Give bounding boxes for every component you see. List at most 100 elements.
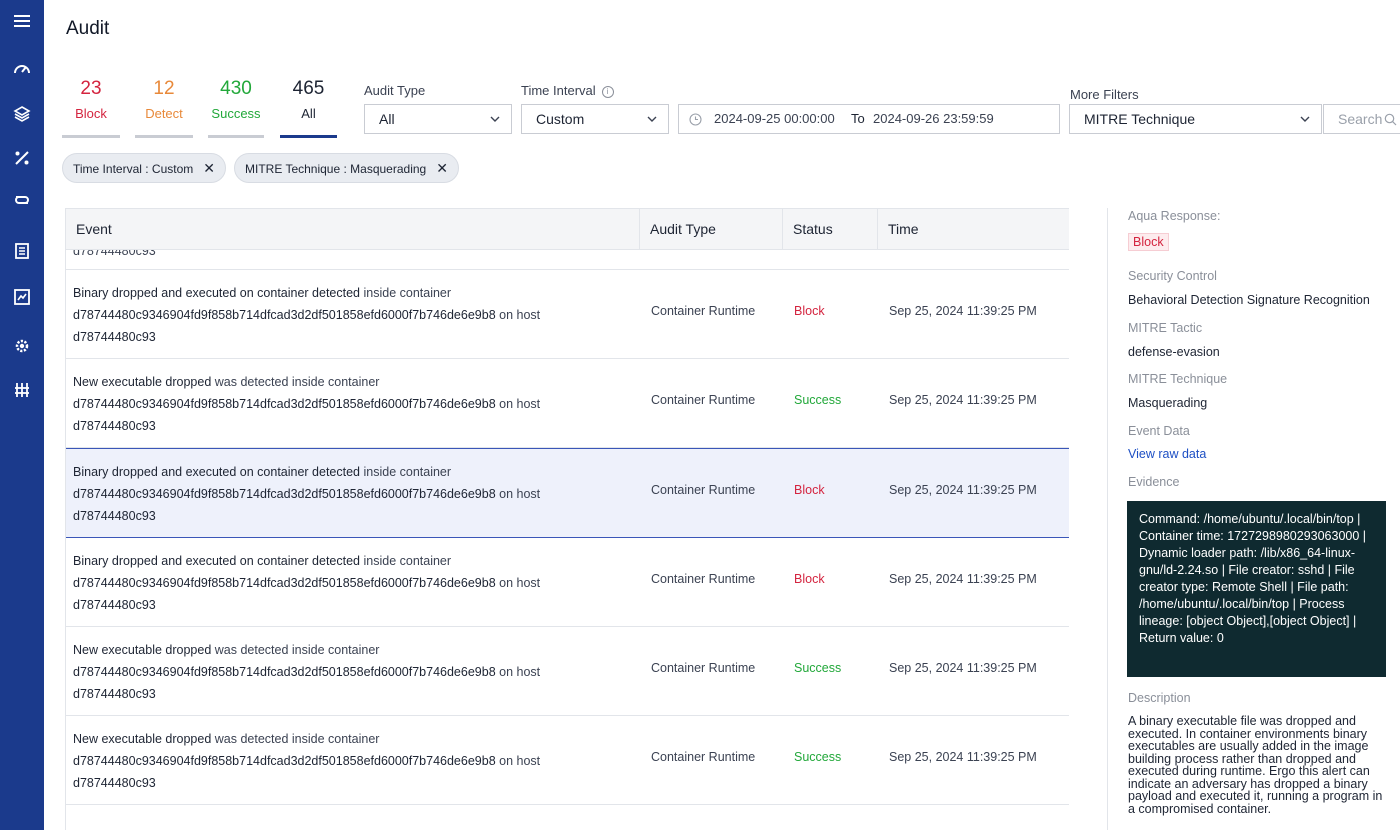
table-row[interactable]: Binary dropped and executed on container…: [66, 538, 1069, 627]
time-interval-label-wrap: Time Interval i: [521, 83, 614, 98]
event-on-host: on host: [496, 665, 540, 679]
audit-type-cell: Container Runtime: [651, 393, 755, 407]
event-title: Binary dropped and executed on container…: [73, 286, 360, 300]
chevron-down-icon: [489, 113, 501, 125]
container-id: d78744480c9346904fd9f858b714dfcad3d2df50…: [73, 487, 496, 501]
security-control-label: Security Control: [1128, 269, 1217, 283]
column-header-audit-type[interactable]: Audit Type: [640, 209, 783, 250]
event-suffix: was detected inside container: [211, 375, 379, 389]
mitre-tactic-value: defense-evasion: [1128, 345, 1220, 359]
event-description: Binary dropped and executed on container…: [73, 282, 633, 348]
chevron-down-icon: [1299, 113, 1311, 125]
evidence-label: Evidence: [1128, 475, 1179, 489]
event-suffix: inside container: [360, 554, 451, 568]
event-description: New executable dropped was detected insi…: [73, 728, 633, 794]
date-from[interactable]: 2024-09-25 00:00:00: [714, 105, 835, 133]
audit-type-cell: Container Runtime: [651, 483, 755, 497]
time-cell: Sep 25, 2024 11:39:25 PM: [889, 483, 1037, 497]
column-header-event[interactable]: Event: [66, 209, 640, 250]
chip-label: Time Interval : Custom: [73, 162, 193, 176]
policies-icon[interactable]: [10, 378, 34, 402]
audit-type-select[interactable]: All: [364, 104, 512, 134]
host-id: d78744480c93: [73, 776, 156, 790]
audit-type-cell: Container Runtime: [651, 661, 755, 675]
stat-underline: [280, 135, 337, 138]
view-raw-data-link[interactable]: View raw data: [1128, 447, 1206, 461]
table-header: Event Audit Type Status Time: [66, 208, 1069, 250]
container-id: d78744480c9346904fd9f858b714dfcad3d2df50…: [73, 308, 496, 322]
table-row[interactable]: New executable dropped was detected insi…: [66, 627, 1069, 716]
stat-tab-success[interactable]: 430 Success: [208, 78, 264, 138]
page-title: Audit: [66, 18, 109, 40]
stat-tab-block[interactable]: 23 Block: [62, 78, 120, 138]
info-icon[interactable]: i: [602, 86, 614, 98]
mitre-tactic-label: MITRE Tactic: [1128, 321, 1202, 335]
time-interval-select[interactable]: Custom: [521, 104, 669, 134]
date-range-picker[interactable]: 2024-09-25 00:00:00 To 2024-09-26 23:59:…: [678, 104, 1060, 134]
status-cell: Success: [794, 750, 841, 764]
stat-count: 430: [208, 78, 264, 100]
time-interval-value: Custom: [536, 111, 584, 127]
stat-label: Block: [62, 106, 120, 122]
close-icon[interactable]: ✕: [436, 154, 448, 182]
table-row[interactable]: New executable dropped was detected insi…: [66, 359, 1069, 448]
audit-type-label: Audit Type: [364, 83, 425, 98]
dashboard-gauge-icon[interactable]: [10, 58, 34, 82]
reports-icon[interactable]: [10, 239, 34, 263]
event-description: Binary dropped and executed on container…: [73, 461, 633, 527]
date-to[interactable]: 2024-09-26 23:59:59: [873, 105, 994, 133]
stat-tab-all[interactable]: 465 All: [280, 78, 337, 138]
event-title: Binary dropped and executed on container…: [73, 465, 360, 479]
more-filters-label: More Filters: [1070, 87, 1139, 102]
partial-row-text: d78744480c93: [73, 250, 156, 258]
column-header-status[interactable]: Status: [783, 209, 878, 250]
filter-chip-time-interval: Time Interval : Custom ✕: [62, 153, 226, 183]
close-icon[interactable]: ✕: [203, 154, 215, 182]
integrations-icon[interactable]: [10, 188, 34, 212]
mitre-technique-value: Masquerading: [1128, 396, 1207, 410]
stat-count: 23: [62, 78, 120, 100]
stat-label: All: [280, 106, 337, 122]
menu-icon[interactable]: [10, 9, 34, 33]
stat-tab-detect[interactable]: 12 Detect: [135, 78, 193, 138]
status-cell: Block: [794, 304, 825, 318]
events-table: Event Audit Type Status Time d78744480c9…: [65, 208, 1069, 830]
event-description: Binary dropped and executed on container…: [73, 550, 633, 616]
stat-underline: [62, 135, 120, 138]
sidebar-nav: [0, 0, 44, 830]
column-header-time[interactable]: Time: [878, 209, 1069, 250]
event-suffix: inside container: [360, 465, 451, 479]
event-on-host: on host: [496, 487, 540, 501]
table-row[interactable]: Binary dropped and executed on container…: [66, 270, 1069, 359]
table-row[interactable]: New executable dropped was detected insi…: [66, 716, 1069, 805]
more-filters-select[interactable]: MITRE Technique: [1069, 104, 1322, 134]
stat-underline: [135, 135, 193, 138]
status-cell: Block: [794, 483, 825, 497]
audit-type-value: All: [379, 111, 395, 127]
time-interval-label: Time Interval: [521, 83, 596, 98]
settings-gear-icon[interactable]: [10, 334, 34, 358]
chart-icon[interactable]: [10, 285, 34, 309]
audit-type-cell: Container Runtime: [651, 572, 755, 586]
event-description: New executable dropped was detected insi…: [73, 639, 633, 705]
stat-count: 12: [135, 78, 193, 100]
time-cell: Sep 25, 2024 11:39:25 PM: [889, 750, 1037, 764]
search-placeholder: Search: [1338, 111, 1382, 127]
table-row-selected[interactable]: Binary dropped and executed on container…: [66, 448, 1069, 538]
more-filters-value: MITRE Technique: [1084, 111, 1195, 127]
search-input[interactable]: Search: [1323, 104, 1400, 134]
mitre-technique-label: MITRE Technique: [1128, 372, 1227, 386]
description-text: A binary executable file was dropped and…: [1128, 715, 1390, 815]
layers-icon[interactable]: [10, 102, 34, 126]
security-control-value: Behavioral Detection Signature Recogniti…: [1128, 293, 1370, 307]
stat-count: 465: [280, 78, 337, 100]
date-to-label: To: [851, 105, 865, 133]
table-row-partial[interactable]: d78744480c93: [66, 250, 1069, 270]
host-id: d78744480c93: [73, 419, 156, 433]
host-id: d78744480c93: [73, 598, 156, 612]
percent-icon[interactable]: [10, 146, 34, 170]
event-suffix: was detected inside container: [211, 643, 379, 657]
host-id: d78744480c93: [73, 509, 156, 523]
audit-type-cell: Container Runtime: [651, 304, 755, 318]
search-icon: [1384, 113, 1397, 126]
